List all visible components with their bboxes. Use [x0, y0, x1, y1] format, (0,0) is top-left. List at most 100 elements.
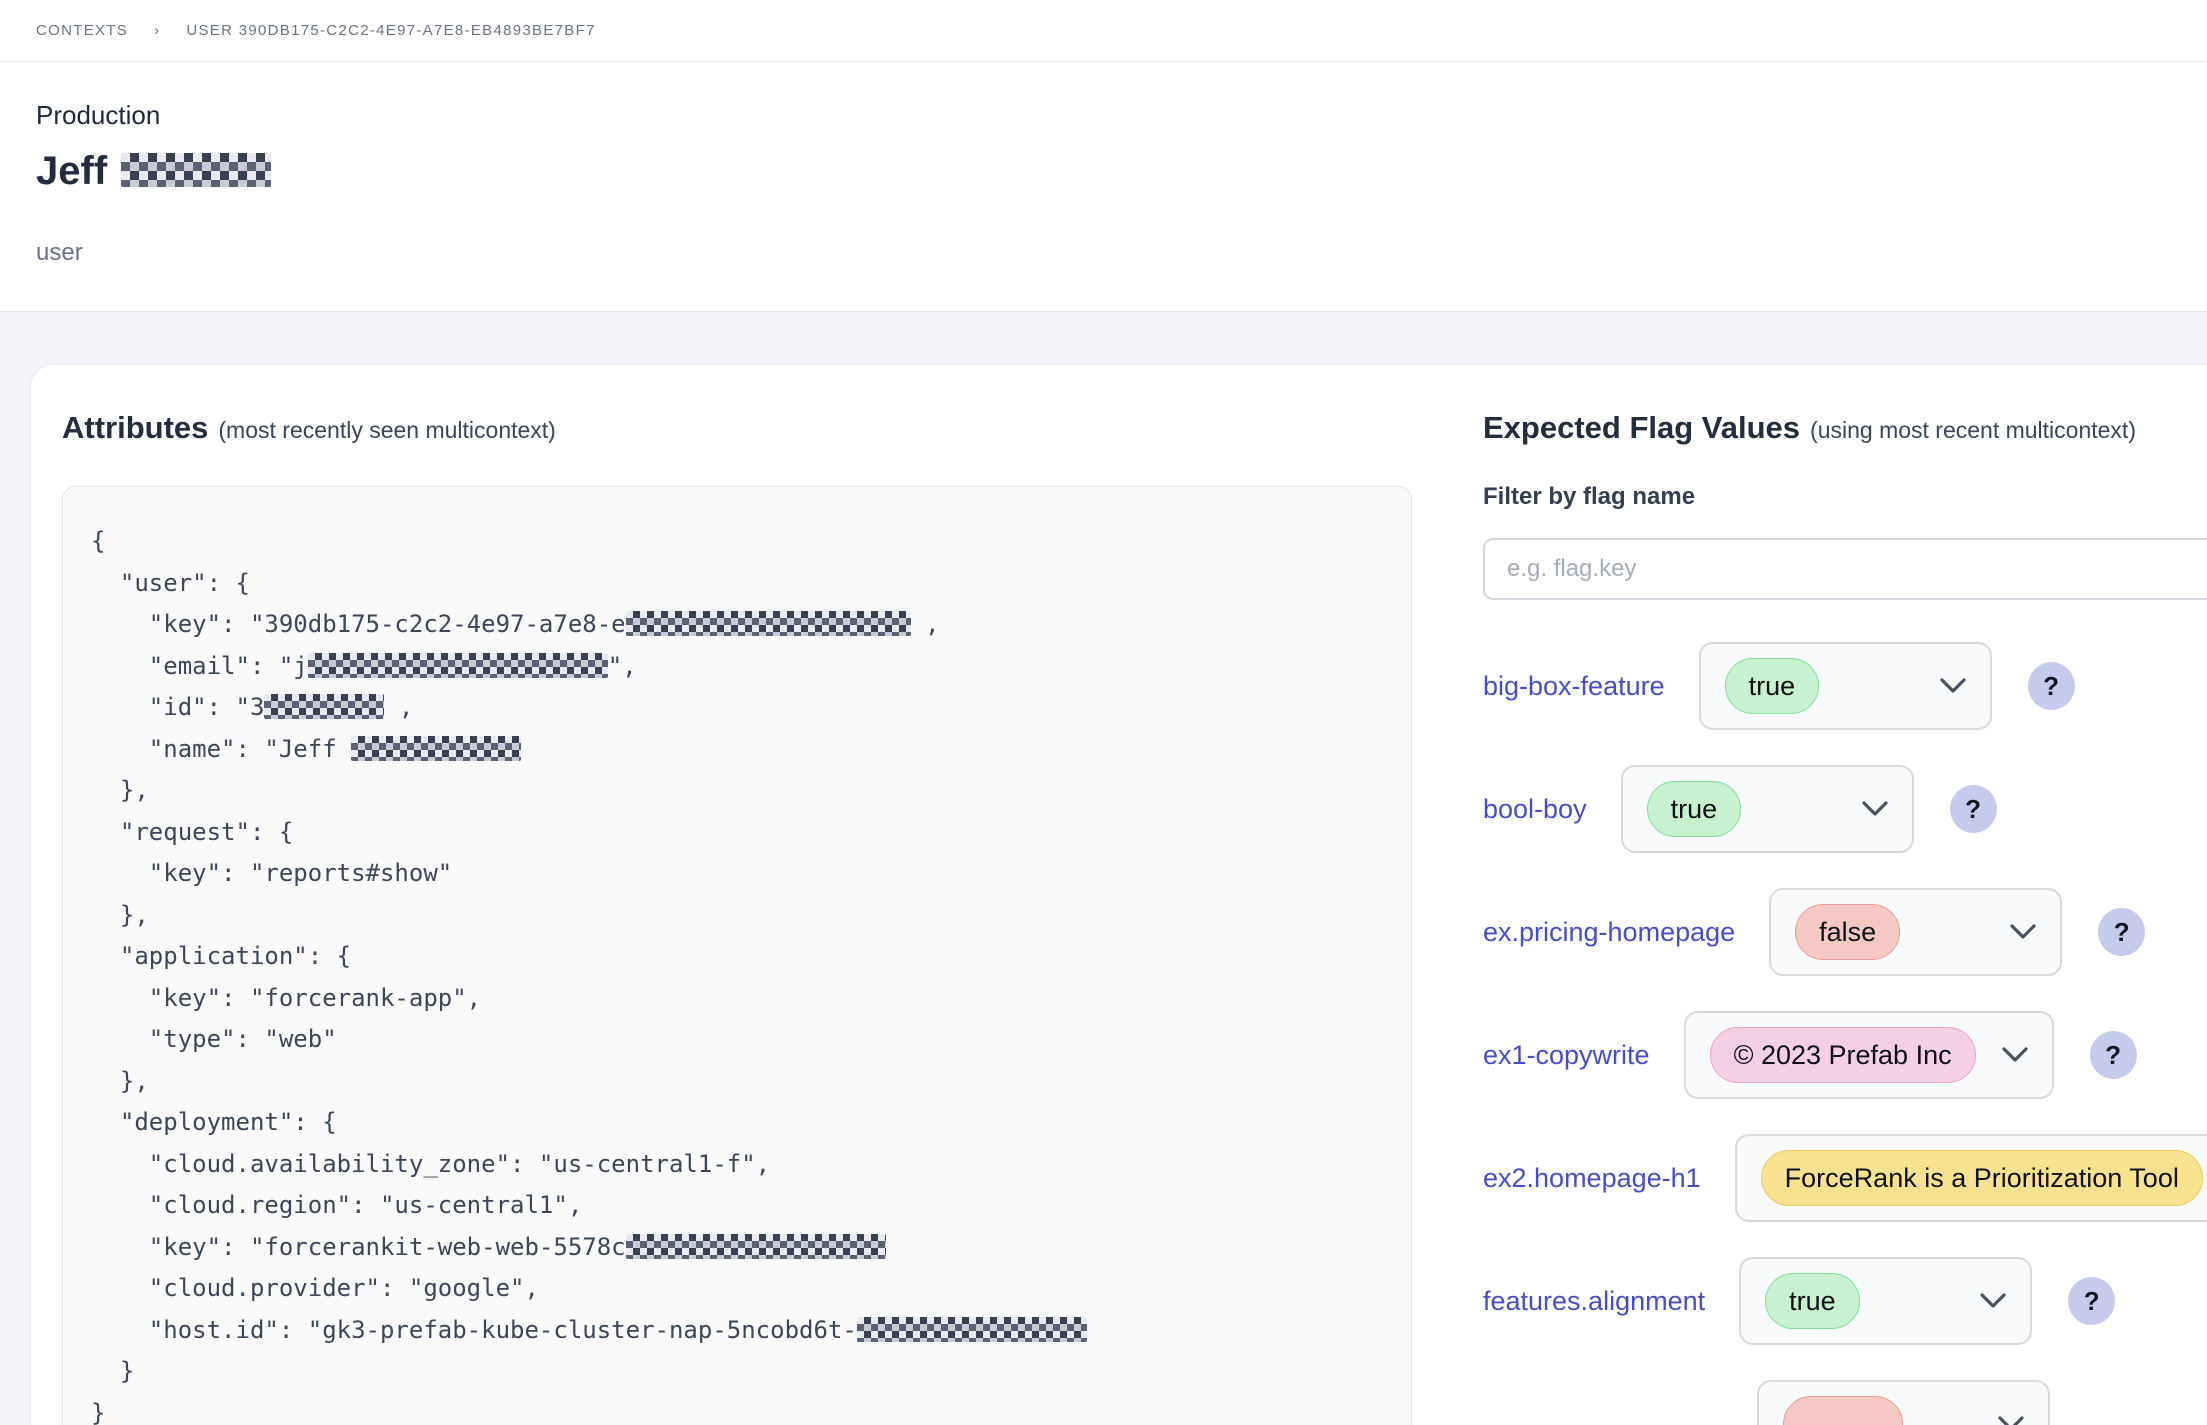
flag-value-pill: false: [1795, 904, 1901, 960]
flag-value-pill: true: [1765, 1273, 1860, 1329]
code-text: "key": "390db175-c2c2-4e97-a7e8-e: [91, 610, 626, 638]
flag-name-link[interactable]: features.alignment: [1483, 1286, 1705, 1317]
attributes-title: Attributes (most recently seen multiconte…: [62, 410, 1412, 446]
code-text: "type": "web": [91, 1025, 337, 1053]
attributes-json: { "user": { "key": "390db175-c2c2-4e97-a…: [62, 486, 1412, 1425]
redacted-text-block: [625, 611, 911, 636]
code-text: "user": {: [91, 568, 250, 597]
code-text: "cloud.availability_zone": "us-central1-…: [91, 1149, 771, 1178]
code-text: "cloud.region": "us-central1",: [91, 1191, 583, 1219]
code-text: },: [91, 776, 149, 804]
context-detail-card: Attributes (most recently seen multiconte…: [30, 364, 2207, 1425]
code-line: "name": "Jeff: [91, 729, 1383, 771]
redacted-text-block: [625, 1233, 886, 1259]
flag-name-link[interactable]: bool-boy: [1483, 794, 1587, 825]
flag-name-link[interactable]: ex1-copywrite: [1483, 1040, 1650, 1071]
context-name-visible: Jeff: [36, 149, 108, 193]
flags-title: Expected Flag Values (using most recent m…: [1483, 410, 2207, 446]
flag-value-select[interactable]: true: [1620, 765, 1914, 853]
code-text: "request": {: [91, 817, 294, 846]
code-line: }: [91, 1351, 1383, 1393]
code-text: {: [91, 527, 106, 555]
code-text: "email": "j: [91, 651, 308, 680]
code-text: "cloud.provider": "google",: [91, 1274, 539, 1302]
code-text: ,: [384, 693, 414, 721]
help-button[interactable]: ?: [1949, 785, 1997, 833]
help-button[interactable]: ?: [2068, 1277, 2116, 1325]
chevron-down-icon: [1861, 801, 1888, 817]
redacted-text-block: [307, 652, 608, 678]
code-text: }: [91, 1357, 135, 1385]
code-text: },: [91, 900, 149, 929]
code-line: },: [91, 895, 1383, 937]
flags-panel: Expected Flag Values (using most recent m…: [1483, 410, 2207, 1425]
flag-row: [1483, 1380, 2207, 1425]
flag-value-select[interactable]: true: [1739, 1257, 2033, 1345]
code-line: "key": "forcerankit-web-web-5578c: [91, 1227, 1383, 1269]
code-line: "key": "reports#show": [91, 853, 1383, 895]
flag-value-select[interactable]: true: [1698, 642, 1992, 730]
flag-value-pill: © 2023 Prefab Inc: [1709, 1027, 1976, 1083]
chevron-down-icon: [1980, 1293, 2006, 1309]
code-text: "application": {: [91, 942, 352, 970]
chevron-down-icon: [2010, 924, 2036, 940]
code-text: ,: [910, 610, 940, 638]
flag-value-select[interactable]: [1757, 1380, 2050, 1425]
code-text: "name": "Jeff: [91, 734, 352, 763]
flag-value-pill: ForceRank is a Prioritization Tool: [1760, 1150, 2203, 1206]
flag-value-select[interactable]: false: [1769, 888, 2063, 976]
flag-row: features.alignment true?: [1483, 1257, 2207, 1345]
breadcrumb: CONTEXTS › USER 390DB175-C2C2-4E97-A7E8-…: [0, 0, 2207, 62]
code-line: "user": {: [91, 563, 1383, 605]
flag-name-link[interactable]: big-box-feature: [1483, 671, 1665, 702]
flag-row: ex2.homepage-h1 ForceRank is a Prioritiza…: [1483, 1134, 2207, 1222]
code-line: "type": "web": [91, 1019, 1383, 1061]
redacted-text-block: [264, 694, 385, 719]
chevron-down-icon: [1940, 678, 1966, 694]
flag-row: ex1-copywrite © 2023 Prefab Inc?: [1483, 1011, 2207, 1099]
flag-name-link[interactable]: ex.pricing-homepage: [1483, 917, 1735, 948]
code-text: "host.id": "gk3-prefab-kube-cluster-nap-…: [91, 1315, 857, 1344]
code-line: "cloud.region": "us-central1",: [91, 1185, 1383, 1227]
code-line: "cloud.availability_zone": "us-central1-…: [91, 1144, 1383, 1186]
context-header: Production Jeff user: [0, 62, 2207, 311]
code-line: "id": "3 ,: [91, 687, 1383, 729]
redacted-text-block: [351, 735, 522, 761]
flags-title-text: Expected Flag Values: [1483, 410, 1801, 445]
flags-subtitle: (using most recent multicontext): [1810, 417, 2136, 443]
flag-value-pill: true: [1646, 781, 1742, 837]
code-line: "email": "j ",: [91, 646, 1383, 688]
breadcrumb-link-contexts[interactable]: CONTEXTS: [36, 22, 128, 39]
chevron-down-icon: [1998, 1416, 2024, 1425]
flag-name-link[interactable]: ex2.homepage-h1: [1483, 1163, 1701, 1194]
flag-value-pill: true: [1724, 658, 1820, 714]
code-line: "application": {: [91, 936, 1383, 978]
flag-row: big-box-feature true?: [1483, 642, 2207, 730]
code-line: "host.id": "gk3-prefab-kube-cluster-nap-…: [91, 1310, 1383, 1352]
flag-row: ex.pricing-homepage false?: [1483, 888, 2207, 976]
code-line: "key": "390db175-c2c2-4e97-a7e8-e ,: [91, 604, 1383, 646]
code-text: },: [91, 1066, 149, 1095]
code-text: "key": "forcerankit-web-web-5578c: [91, 1232, 626, 1261]
breadcrumb-separator-icon: ›: [154, 22, 161, 39]
flag-filter-input[interactable]: [1483, 538, 2207, 600]
help-button[interactable]: ?: [2089, 1031, 2137, 1079]
help-button[interactable]: ?: [2027, 662, 2075, 710]
flag-value-select[interactable]: © 2023 Prefab Inc: [1683, 1011, 2054, 1099]
code-text: "key": "forcerank-app",: [91, 983, 482, 1012]
code-line: "key": "forcerank-app",: [91, 978, 1383, 1020]
attributes-title-text: Attributes: [62, 410, 209, 445]
code-text: }: [91, 1398, 106, 1425]
context-kind-label: user: [36, 239, 83, 266]
attributes-panel: Attributes (most recently seen multiconte…: [62, 410, 1412, 1425]
code-text: "id": "3: [91, 693, 265, 721]
redacted-name-block: [121, 153, 272, 187]
code-text: "deployment": {: [91, 1108, 337, 1136]
redacted-text-block: [856, 1316, 1087, 1342]
context-name: Jeff: [36, 147, 2171, 195]
environment-label: Production: [36, 100, 161, 130]
flag-value-select[interactable]: ForceRank is a Prioritization Tool: [1734, 1134, 2207, 1222]
flag-row: bool-boy true?: [1483, 765, 2207, 853]
help-button[interactable]: ?: [2098, 908, 2146, 956]
flag-rows: big-box-feature true? bool-boy true? ex.pric…: [1483, 642, 2207, 1425]
